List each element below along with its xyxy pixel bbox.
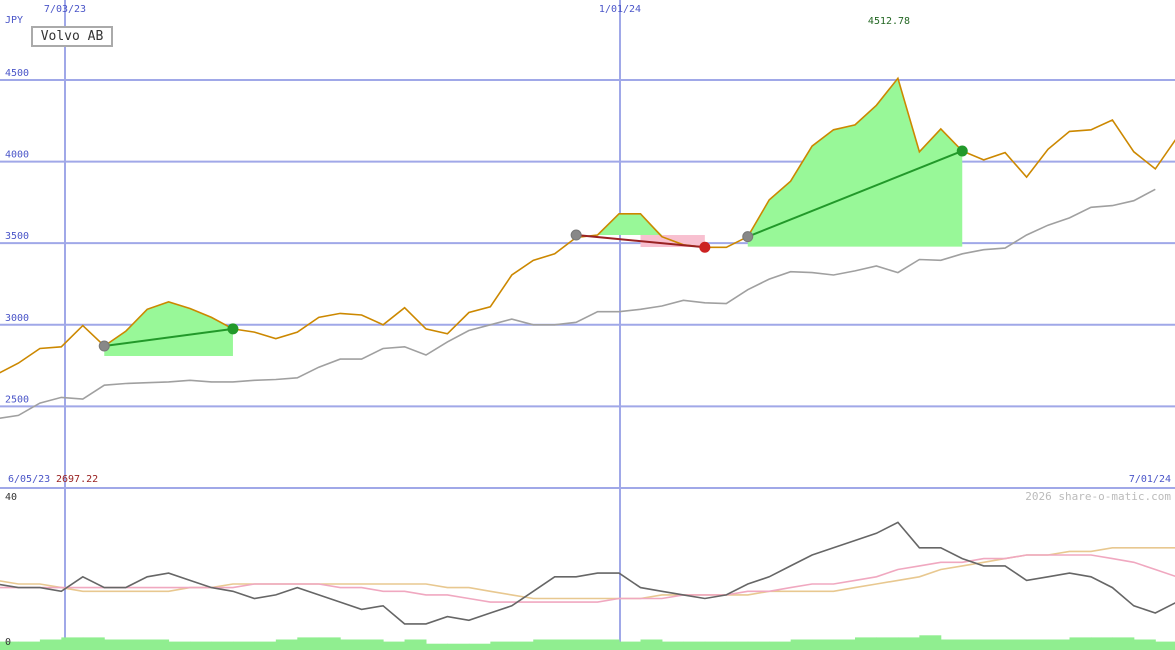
watermark: 2026 share-o-matic.com xyxy=(1025,490,1171,503)
volume-bar xyxy=(468,643,491,650)
signal-exit-marker xyxy=(699,241,711,253)
volume-bar xyxy=(1133,639,1156,650)
volume-bar xyxy=(833,639,856,650)
volume-bar xyxy=(340,639,363,650)
volume-bar xyxy=(747,641,770,650)
volume-bar xyxy=(576,639,599,650)
volume-bar xyxy=(533,639,556,650)
volume-bar xyxy=(640,639,663,650)
volume-bar xyxy=(297,637,320,650)
price-chart: 4500 4000 3500 3000 2500 7/03/23 1/01/24 JPY 6/0… xyxy=(0,0,1175,650)
volume-bar xyxy=(125,639,148,650)
volume-bar xyxy=(855,637,877,650)
y-tick-label: 2500 xyxy=(5,394,29,405)
volume-bar xyxy=(18,641,41,650)
volume-bar xyxy=(39,639,62,650)
range-end-label: 7/01/24 xyxy=(1129,474,1171,485)
volume-bar xyxy=(426,643,448,650)
volume-bar xyxy=(275,639,298,650)
volume-bar xyxy=(1090,637,1113,650)
indicator-y-tick-label: 40 xyxy=(5,492,17,503)
volume-bar xyxy=(490,641,513,650)
volume-bar xyxy=(597,639,620,650)
volume-bar xyxy=(554,639,577,650)
currency-label: JPY xyxy=(5,15,23,26)
gain-fill-area xyxy=(104,301,233,357)
volume-bar xyxy=(1026,639,1049,650)
volume-bar xyxy=(1069,637,1092,650)
volume-bar xyxy=(61,637,84,650)
volume-bar xyxy=(683,641,706,650)
volume-bar xyxy=(511,641,534,650)
volume-bar xyxy=(147,639,170,650)
signal-fill-layer xyxy=(104,78,963,357)
volume-bar xyxy=(876,637,899,650)
max-value-label: 4512.78 xyxy=(868,16,910,27)
indicator-series-line xyxy=(0,547,1175,600)
volume-bar xyxy=(104,639,127,650)
volume-bar xyxy=(962,639,985,650)
y-tick-label: 3000 xyxy=(5,313,29,324)
volume-bar xyxy=(812,639,835,650)
volume-bar xyxy=(983,639,1006,650)
volume-bar xyxy=(404,639,427,650)
volume-bar xyxy=(919,635,942,650)
volume-bar xyxy=(383,641,406,650)
signal-entry-marker xyxy=(742,231,754,243)
indicator-y-tick-label: 0 xyxy=(5,637,11,648)
volume-bar xyxy=(254,641,277,650)
volume-bar xyxy=(897,637,920,650)
series-layer xyxy=(0,76,1175,419)
gain-fill-area xyxy=(576,213,705,236)
chart-title: Volvo AB xyxy=(31,26,113,47)
volume-bar xyxy=(211,641,234,650)
volume-bar xyxy=(447,643,470,650)
volume-bar xyxy=(1048,639,1070,650)
x-tick-label: 7/03/23 xyxy=(44,4,86,15)
volume-bar xyxy=(619,641,641,650)
volume-bar xyxy=(940,639,963,650)
volume-bar xyxy=(232,641,255,650)
x-tick-label: 1/01/24 xyxy=(599,4,641,15)
signal-exit-marker xyxy=(227,323,239,335)
volume-bar xyxy=(769,641,792,650)
volume-bar xyxy=(82,637,105,650)
volume-bar xyxy=(661,641,684,650)
volume-bar xyxy=(361,639,384,650)
volume-bar xyxy=(1005,639,1028,650)
volume-bar xyxy=(318,637,341,650)
chart-root: 4500 4000 3500 3000 2500 7/03/23 1/01/24 JPY 6/0… xyxy=(0,0,1175,650)
volume-bar xyxy=(704,641,727,650)
indicator-series-line xyxy=(0,521,1175,625)
indicator-layer xyxy=(0,521,1175,650)
signal-exit-marker xyxy=(956,145,968,157)
y-tick-label: 4500 xyxy=(5,68,29,79)
volume-bar xyxy=(1112,637,1135,650)
volume-bar xyxy=(1155,641,1175,650)
volume-bar xyxy=(726,641,749,650)
volume-bar xyxy=(790,639,813,650)
volume-bar xyxy=(168,641,191,650)
volume-bar xyxy=(190,641,212,650)
signal-entry-marker xyxy=(98,340,110,352)
signal-entry-marker xyxy=(570,229,582,241)
range-start-label: 6/05/23 xyxy=(8,474,50,485)
y-tick-label: 4000 xyxy=(5,150,29,161)
min-value-label: 2697.22 xyxy=(56,474,98,485)
indicator-series-line xyxy=(0,554,1175,603)
y-tick-label: 3500 xyxy=(5,231,29,242)
